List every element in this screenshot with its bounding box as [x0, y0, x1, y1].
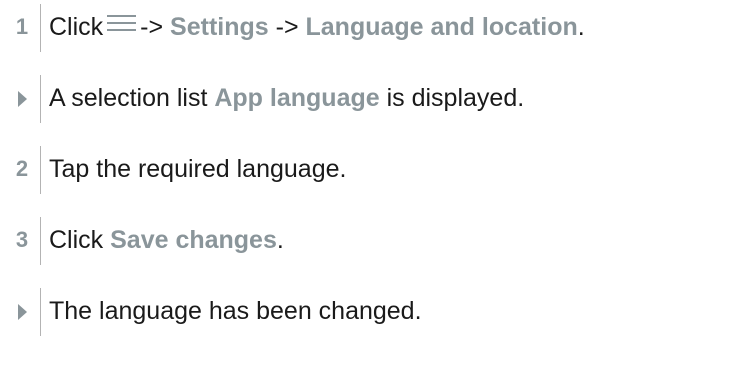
step-text-segment: ->	[268, 13, 306, 41]
step-1: 1 Click -> Settings -> Language and locat…	[0, 0, 746, 58]
result-marker	[12, 89, 32, 109]
step-divider	[40, 146, 41, 194]
step-text-segment: is displayed.	[379, 84, 525, 112]
save-changes-label: Save changes	[110, 226, 277, 254]
step-3: 3 Click Save changes.	[0, 213, 746, 271]
result-triangle-icon	[17, 91, 27, 107]
app-language-label: App language	[214, 84, 380, 112]
result-text: The language has been changed.	[49, 296, 422, 326]
step-text-segment: The language has been changed.	[49, 297, 422, 325]
step-text-segment: Tap the required language.	[49, 155, 347, 183]
instruction-steps: 1 Click -> Settings -> Language and locat…	[0, 0, 746, 365]
step-number: 3	[15, 227, 29, 252]
result-marker	[12, 302, 32, 322]
step-text: Click Save changes.	[49, 225, 284, 255]
result-text: A selection list App language is display…	[49, 83, 524, 113]
step-text: Tap the required language.	[49, 154, 346, 184]
result-2: The language has been changed.	[0, 284, 746, 342]
result-triangle-icon	[17, 304, 27, 320]
menu-path-settings: Settings	[170, 13, 269, 41]
step-divider	[40, 75, 41, 123]
step-divider	[40, 217, 41, 265]
step-2: 2 Tap the required language.	[0, 142, 746, 200]
step-text-segment: Click	[49, 226, 111, 254]
step-text-segment: Click	[49, 13, 104, 41]
step-text-segment: ->	[140, 13, 171, 41]
step-number: 1	[15, 14, 29, 39]
step-text-segment: .	[276, 226, 284, 254]
step-text-segment: A selection list	[49, 84, 215, 112]
step-divider	[40, 288, 41, 336]
step-text: Click -> Settings -> Language and locatio…	[49, 12, 585, 42]
step-divider	[40, 4, 41, 52]
hamburger-menu-icon	[107, 13, 137, 33]
step-text-segment: .	[577, 13, 585, 41]
menu-path-language-and-location: Language and location	[305, 13, 578, 41]
step-number: 2	[15, 156, 29, 181]
result-1: A selection list App language is display…	[0, 71, 746, 129]
